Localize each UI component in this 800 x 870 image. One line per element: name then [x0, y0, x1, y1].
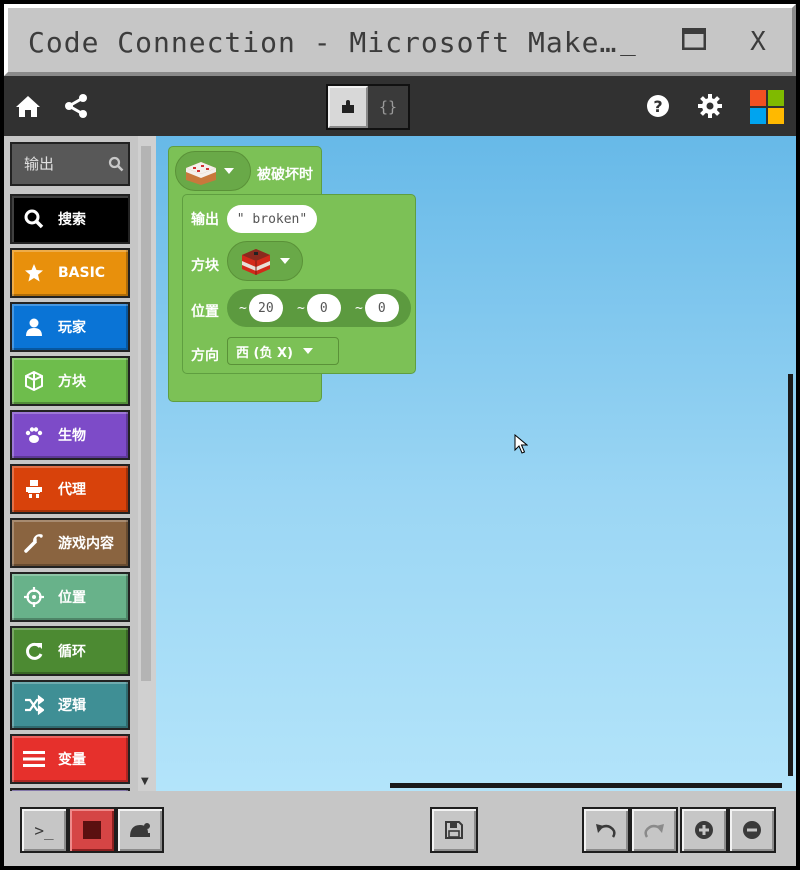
save-icon [445, 821, 463, 839]
turtle-button[interactable] [116, 807, 164, 853]
console-button[interactable]: >_ [20, 807, 68, 853]
mouse-cursor-icon [514, 434, 528, 454]
category-logic[interactable]: 逻辑 [10, 680, 130, 730]
category-blocks[interactable]: 方块 [10, 356, 130, 406]
direction-label: 方向 [191, 348, 219, 364]
share-icon [65, 94, 87, 118]
toolbox-scrollbar[interactable]: ▼ [138, 136, 156, 791]
maximize-icon [681, 27, 707, 51]
bottom-toolbar: >_ [4, 791, 796, 866]
blocks-view-button[interactable] [328, 86, 368, 128]
variable-icon [22, 747, 46, 771]
chevron-down-icon [224, 168, 234, 174]
toolbox: 搜索 BASIC 玩家 方块 生物 代理 游戏内容 位置 [4, 136, 138, 791]
category-mobs[interactable]: 生物 [10, 410, 130, 460]
app-window: Code Connection - Microsoft Make… _ X {}… [4, 4, 796, 866]
undo-icon [596, 824, 616, 838]
workspace-vertical-scrollbar[interactable] [788, 374, 793, 776]
shuffle-icon [22, 693, 46, 717]
svg-text:?: ? [653, 97, 662, 116]
scroll-down-icon[interactable]: ▼ [141, 776, 149, 787]
zoom-in-button[interactable] [680, 807, 728, 853]
title-bar: Code Connection - Microsoft Make… _ X [4, 4, 796, 76]
home-button[interactable] [12, 90, 44, 122]
gear-icon [698, 94, 722, 118]
zoom-out-icon [743, 821, 761, 839]
redo-icon [644, 824, 664, 838]
search-icon [108, 156, 124, 172]
workspace-horizontal-scrollbar[interactable] [390, 783, 782, 788]
event-label: 被破坏时 [257, 167, 313, 183]
minimize-button[interactable]: _ [608, 22, 648, 62]
window-title: Code Connection - Microsoft Make… [28, 26, 618, 59]
position-input[interactable]: ~ 20 ~ 0 ~ 0 [227, 289, 411, 327]
coord-z[interactable]: ~ 0 [355, 294, 399, 322]
settings-button[interactable] [694, 90, 726, 122]
direction-dropdown[interactable]: 西 (负 X) [227, 337, 339, 365]
toolbar: {} ? [4, 76, 796, 136]
view-toggle: {} [326, 84, 410, 130]
share-button[interactable] [60, 90, 92, 122]
maximize-button[interactable] [674, 22, 714, 62]
category-search[interactable]: 搜索 [10, 194, 130, 244]
output-label: 输出 [191, 212, 219, 228]
help-icon: ? [647, 95, 669, 117]
code-view-button[interactable]: {} [368, 86, 408, 128]
category-variables[interactable]: 变量 [10, 734, 130, 784]
agent-icon [22, 477, 46, 501]
coord-y-value[interactable]: 0 [306, 294, 341, 322]
undo-button[interactable] [582, 807, 630, 853]
chevron-down-icon [280, 258, 290, 264]
cube-icon [22, 369, 46, 393]
stop-button[interactable] [68, 807, 116, 853]
turtle-icon [130, 823, 150, 837]
help-button[interactable]: ? [642, 90, 674, 122]
cake-block-icon [186, 162, 216, 185]
category-agent[interactable]: 代理 [10, 464, 130, 514]
microsoft-logo [750, 90, 784, 124]
category-gameplay[interactable]: 游戏内容 [10, 518, 130, 568]
coord-y[interactable]: ~ 0 [297, 294, 341, 322]
coord-x-value[interactable]: 20 [248, 294, 283, 322]
save-button[interactable] [430, 807, 478, 853]
coord-z-value[interactable]: 0 [364, 294, 399, 322]
chevron-down-icon [302, 348, 313, 354]
zoom-out-button[interactable] [728, 807, 776, 853]
block-label: 方块 [191, 258, 219, 274]
paw-icon [22, 423, 46, 447]
puzzle-icon [342, 100, 354, 113]
spawn-command-block[interactable]: 输出 " broken" 方块 位置 ~ 20 ~ 0 ~ 0 方向 西 (负 … [182, 194, 416, 374]
category-player[interactable]: 玩家 [10, 302, 130, 352]
toolbox-scroll-thumb[interactable] [141, 146, 151, 681]
search-icon [22, 207, 46, 231]
toolbox-search[interactable] [10, 142, 130, 186]
tnt-block-icon [242, 249, 270, 275]
close-button[interactable]: X [738, 22, 778, 62]
zoom-in-icon [695, 821, 713, 839]
category-loops[interactable]: 循环 [10, 626, 130, 676]
crosshair-icon [22, 585, 46, 609]
home-icon [16, 96, 40, 117]
position-label: 位置 [191, 304, 219, 320]
block-dropdown[interactable] [227, 241, 303, 281]
player-icon [22, 315, 46, 339]
block-workspace[interactable]: 被破坏时 输出 " broken" 方块 位置 ~ 20 ~ 0 ~ 0 方向 … [156, 136, 796, 791]
block-type-dropdown[interactable] [175, 151, 251, 191]
loop-icon [22, 639, 46, 663]
category-positions[interactable]: 位置 [10, 572, 130, 622]
star-icon [22, 261, 46, 285]
category-basic[interactable]: BASIC [10, 248, 130, 298]
coord-x[interactable]: ~ 20 [239, 294, 283, 322]
output-string-input[interactable]: " broken" [227, 205, 317, 233]
direction-value: 西 (负 X) [236, 345, 293, 361]
wrench-icon [22, 531, 46, 555]
search-input[interactable] [24, 155, 100, 173]
stop-icon [83, 821, 101, 839]
redo-button[interactable] [630, 807, 678, 853]
